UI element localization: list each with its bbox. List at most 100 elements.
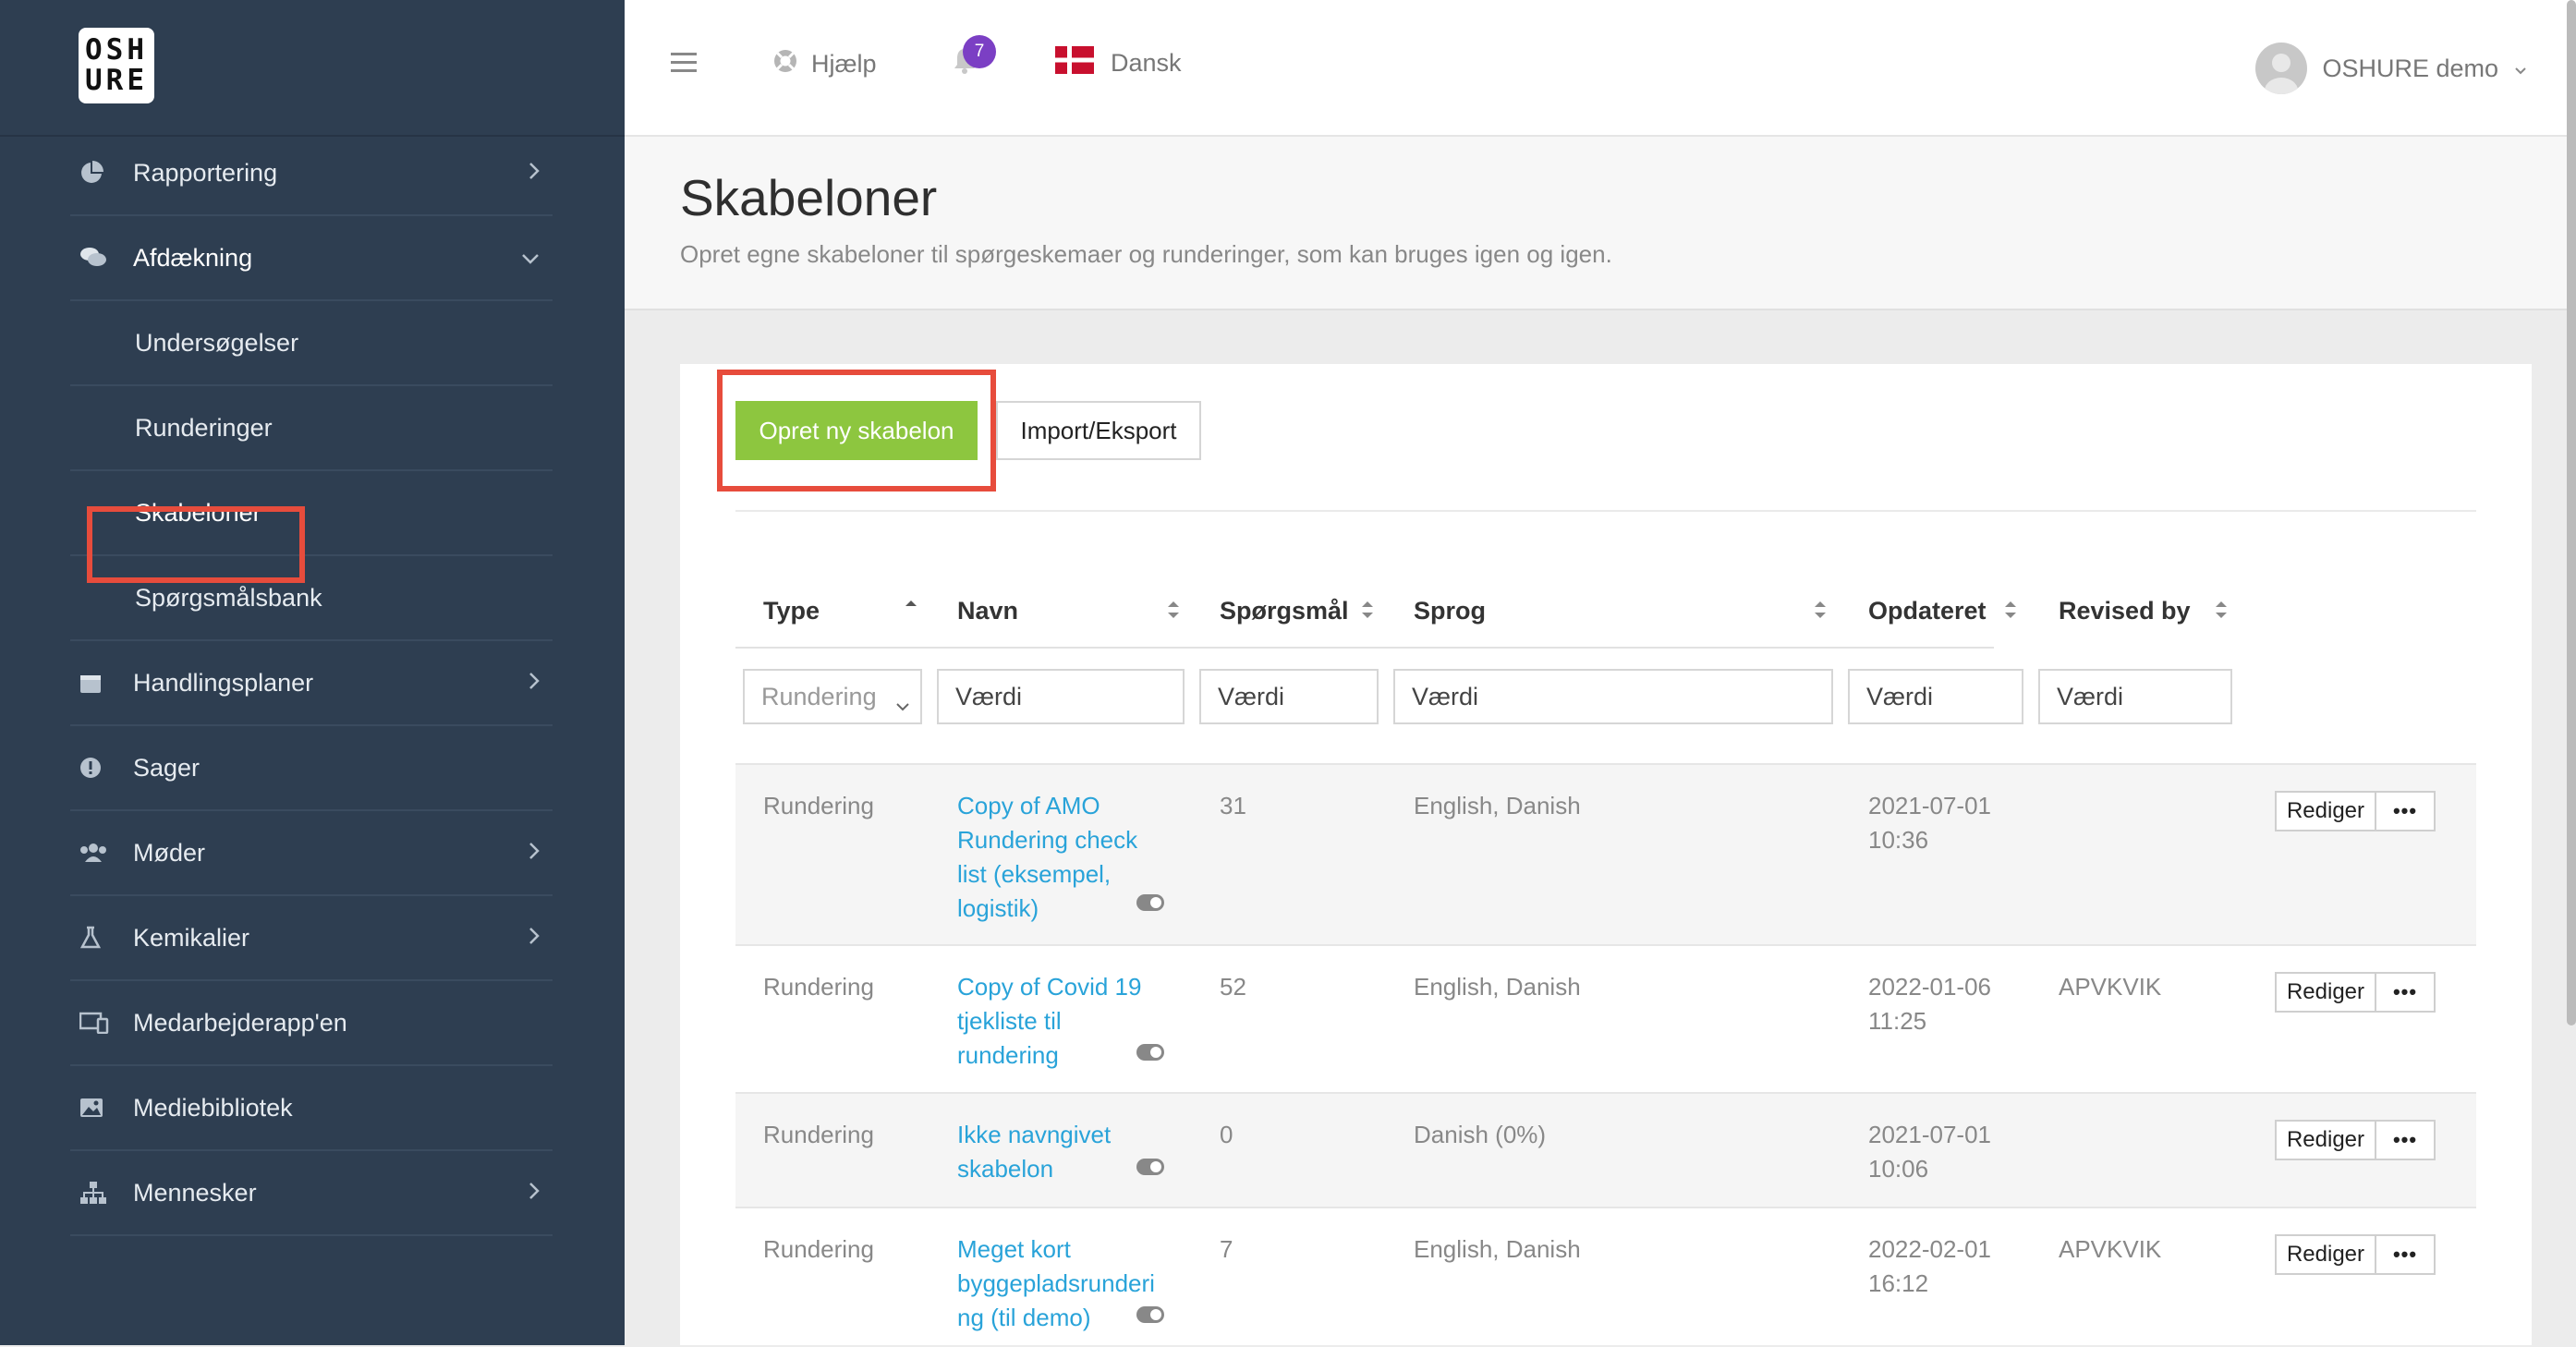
page-title: Skabeloner (680, 169, 938, 226)
toggle-switch[interactable] (1136, 1159, 1164, 1175)
sidebar-item-undersoegelser[interactable]: Undersøgelser (70, 301, 553, 386)
edit-button[interactable]: Rediger (2275, 972, 2376, 1013)
logo-area: OSH URE (0, 0, 625, 137)
row-languages: English, Danish (1414, 973, 1581, 1001)
chevron-down-icon (519, 245, 541, 273)
revised-by-filter-input[interactable]: Værdi (2038, 669, 2232, 724)
more-options-button[interactable]: ••• (2375, 972, 2436, 1013)
row-name-link[interactable]: Copy of AMO Rundering check list (eksemp… (957, 789, 1151, 926)
toggle-switch[interactable] (1136, 894, 1164, 911)
updated-filter-input[interactable]: Værdi (1848, 669, 2023, 724)
column-header-type[interactable]: Type (763, 597, 820, 625)
import-export-button[interactable]: Import/Eksport (996, 401, 1201, 460)
row-questions: 0 (1220, 1121, 1233, 1148)
column-header-language[interactable]: Sprog (1414, 597, 1486, 625)
edit-button[interactable]: Rediger (2275, 1120, 2376, 1160)
sort-icon[interactable] (2003, 598, 2018, 626)
notification-badge[interactable]: 7 (963, 35, 996, 68)
column-header-revised-by[interactable]: Revised by (2059, 597, 2191, 625)
row-updated-date: 2022-02-01 (1868, 1235, 1991, 1263)
hamburger-menu-icon[interactable] (671, 51, 699, 79)
chevron-right-icon (527, 925, 541, 953)
highlight-box-sidebar (87, 506, 305, 583)
column-header-updated[interactable]: Opdateret (1868, 597, 1987, 625)
header-divider (735, 647, 1994, 649)
sidebar-item-afdaekning[interactable]: Afdækning (70, 216, 553, 301)
user-menu[interactable]: OSHURE demo (2255, 42, 2528, 94)
more-options-button[interactable]: ••• (2375, 791, 2436, 831)
sidebar-item-mediebibliotek[interactable]: Mediebibliotek (70, 1066, 553, 1151)
row-updated-time: 11:25 (1868, 1007, 1927, 1035)
sidebar-item-label: Mediebibliotek (133, 1093, 293, 1122)
row-languages: English, Danish (1414, 1235, 1581, 1263)
sidebar-nav: Rapportering Afdækning Undersøgelser Run… (70, 131, 553, 1236)
type-filter-select[interactable]: Rundering (743, 669, 922, 724)
sort-icon[interactable] (2214, 598, 2229, 626)
language-selector[interactable]: Dansk (1055, 46, 1182, 80)
sort-icon[interactable] (1166, 598, 1181, 626)
page-scrollbar[interactable] (2567, 0, 2576, 1025)
row-name-link[interactable]: Copy of Covid 19 tjekliste til rundering (957, 970, 1151, 1073)
row-updated-date: 2021-07-01 (1868, 1121, 1991, 1148)
type-filter-value: Rundering (761, 682, 877, 710)
sidebar-item-handlingsplaner[interactable]: Handlingsplaner (70, 641, 553, 726)
column-header-name[interactable]: Navn (957, 597, 1018, 625)
row-name-link[interactable]: Ikke navngivet skabelon (957, 1118, 1151, 1186)
sidebar-item-label: Møder (133, 838, 206, 867)
questions-filter-input[interactable]: Værdi (1199, 669, 1379, 724)
column-header-questions[interactable]: Spørgsmål (1220, 597, 1349, 625)
table-row: Rundering Ikke navngivet skabelon 0 Dani… (735, 1092, 2476, 1208)
table-row: Rundering Copy of Covid 19 tjekliste til… (735, 944, 2476, 1094)
chevron-right-icon (527, 160, 541, 188)
sidebar-item-kemikalier[interactable]: Kemikalier (70, 896, 553, 981)
help-label: Hjælp (811, 50, 877, 78)
pie-chart-icon (70, 161, 133, 185)
row-updated: 2021-07-01 10:36 (1868, 789, 1991, 857)
table-row: Rundering Meget kort byggepladsrunderi n… (735, 1207, 2476, 1347)
exclamation-circle-icon (70, 757, 133, 779)
sidebar-item-moeder[interactable]: Møder (70, 811, 553, 896)
language-filter-input[interactable]: Værdi (1393, 669, 1833, 724)
row-updated: 2022-01-06 11:25 (1868, 970, 1991, 1038)
logo[interactable]: OSH URE (79, 28, 154, 103)
sidebar-item-rapportering[interactable]: Rapportering (70, 131, 553, 216)
filter-placeholder: Værdi (1218, 682, 1285, 710)
filter-placeholder: Værdi (955, 682, 1023, 710)
edit-button[interactable]: Rediger (2275, 1234, 2376, 1275)
org-chart-icon (70, 1181, 133, 1205)
sort-asc-icon[interactable] (904, 598, 918, 626)
sidebar-item-sager[interactable]: Sager (70, 726, 553, 811)
toggle-switch[interactable] (1136, 1306, 1164, 1323)
edit-button[interactable]: Rediger (2275, 791, 2376, 831)
danish-flag-icon (1055, 46, 1094, 80)
row-questions: 31 (1220, 792, 1246, 819)
row-languages: English, Danish (1414, 792, 1581, 819)
row-updated-time: 10:06 (1868, 1155, 1929, 1183)
toggle-switch[interactable] (1136, 1044, 1164, 1061)
row-type: Rundering (763, 973, 874, 1001)
avatar (2255, 42, 2308, 94)
sidebar-item-medarbejderapp[interactable]: Medarbejderapp'en (70, 981, 553, 1066)
people-icon (70, 842, 133, 864)
filter-placeholder: Værdi (1412, 682, 1479, 710)
sort-icon[interactable] (1813, 598, 1828, 626)
sidebar-item-label: Sager (133, 753, 200, 782)
row-name-link[interactable]: Meget kort byggepladsrunderi ng (til dem… (957, 1232, 1155, 1335)
name-filter-input[interactable]: Værdi (937, 669, 1185, 724)
table-row: Rundering Copy of AMO Rundering check li… (735, 763, 2476, 946)
language-label: Dansk (1111, 49, 1182, 77)
chevron-down-icon (894, 691, 911, 720)
sidebar-item-runderinger[interactable]: Runderinger (70, 386, 553, 471)
help-link[interactable]: Hjælp (772, 48, 877, 80)
more-options-button[interactable]: ••• (2375, 1234, 2436, 1275)
calendar-icon (70, 672, 133, 694)
sidebar-item-label: Medarbejderapp'en (133, 1008, 347, 1037)
row-revised-by: APVKVIK (2059, 973, 2162, 1001)
create-template-button[interactable]: Opret ny skabelon (735, 401, 978, 460)
row-updated-date: 2021-07-01 (1868, 792, 1991, 819)
logo-line-1: OSH (85, 33, 148, 67)
sort-icon[interactable] (1360, 598, 1375, 626)
divider (735, 510, 2476, 512)
more-options-button[interactable]: ••• (2375, 1120, 2436, 1160)
sidebar-item-mennesker[interactable]: Mennesker (70, 1151, 553, 1236)
